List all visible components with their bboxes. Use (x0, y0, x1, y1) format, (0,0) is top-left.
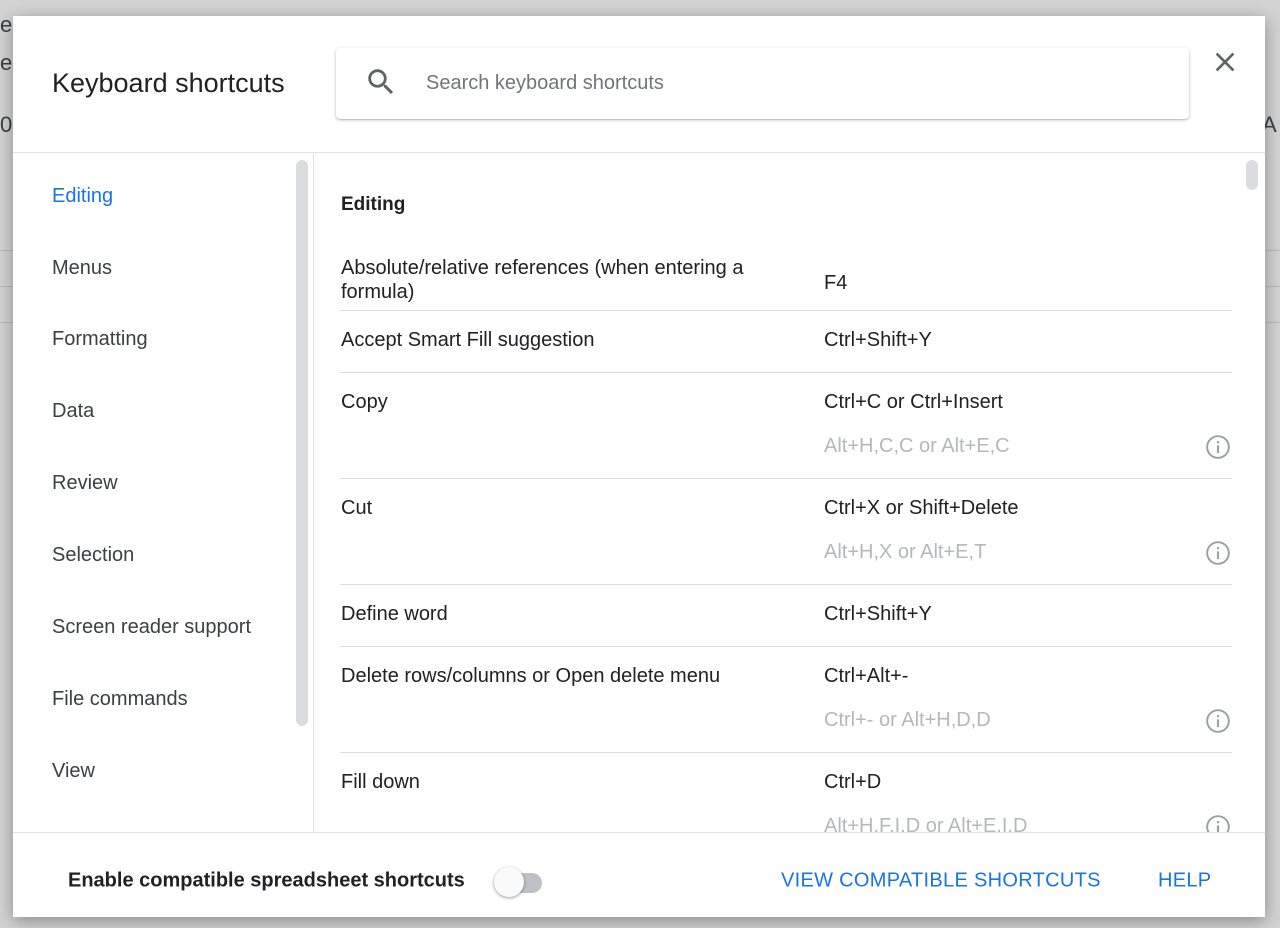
shortcut-alt-keys: Alt+H,C,C or Alt+E,C (824, 435, 1010, 457)
sidebar-item-file-commands[interactable]: File commands (52, 688, 188, 711)
category-sidebar: Editing Menus Formatting Data Review Sel… (13, 154, 314, 833)
shortcut-keys: Ctrl+Shift+Y (824, 329, 932, 351)
shortcut-alt-keys: Alt+H,X or Alt+E,T (824, 541, 987, 563)
shortcut-keys: Ctrl+Alt+- (824, 665, 909, 687)
toggle-thumb (494, 867, 524, 897)
shortcuts-list: Editing Absolute/relative references (wh… (315, 154, 1265, 833)
grid-line (1266, 322, 1280, 323)
search-input[interactable] (426, 66, 1146, 100)
shortcut-label: Fill down (341, 771, 420, 793)
view-compatible-shortcuts-link[interactable]: VIEW COMPATIBLE SHORTCUTS (781, 870, 1101, 893)
search-icon (368, 69, 394, 95)
shortcut-alt-keys: Alt+H,F,I,D or Alt+E,I,D (824, 815, 1028, 833)
help-link[interactable]: HELP (1158, 870, 1211, 893)
shortcut-row: Copy Ctrl+C or Ctrl+Insert Alt+H,C,C or … (340, 373, 1232, 479)
sidebar-scrollbar[interactable] (296, 160, 308, 726)
info-icon[interactable] (1205, 434, 1231, 460)
shortcut-alt-keys: Ctrl+- or Alt+H,D,D (824, 709, 991, 731)
sidebar-item-data[interactable]: Data (52, 400, 94, 423)
dialog-title: Keyboard shortcuts (52, 68, 285, 98)
sidebar-item-selection[interactable]: Selection (52, 544, 134, 567)
dialog-footer: Enable compatible spreadsheet shortcuts … (13, 832, 1265, 917)
shortcut-label: Delete rows/columns or Open delete menu (341, 665, 721, 687)
info-icon[interactable] (1205, 540, 1231, 566)
sidebar-item-review[interactable]: Review (52, 472, 118, 495)
shortcut-keys: Ctrl+X or Shift+Delete (824, 497, 1019, 519)
background-text-fragment: e (0, 50, 13, 75)
compatible-shortcuts-label: Enable compatible spreadsheet shortcuts (68, 869, 465, 892)
shortcut-row: Fill down Ctrl+D Alt+H,F,I,D or Alt+E,I,… (340, 753, 1232, 833)
background-text-fragment: e (0, 12, 13, 37)
grid-line (1266, 286, 1280, 287)
info-icon[interactable] (1205, 708, 1231, 734)
shortcut-label: Define word (341, 603, 448, 625)
compatible-shortcuts-toggle[interactable] (494, 865, 550, 897)
shortcut-keys: F4 (824, 272, 848, 294)
shortcut-keys: Ctrl+C or Ctrl+Insert (824, 391, 1003, 413)
sidebar-item-view[interactable]: View (52, 760, 95, 783)
close-icon[interactable] (1209, 46, 1241, 78)
sidebar-item-editing[interactable]: Editing (52, 185, 113, 208)
shortcut-keys: Ctrl+Shift+Y (824, 603, 932, 625)
sidebar-item-formatting[interactable]: Formatting (52, 328, 148, 351)
grid-line (0, 286, 14, 287)
dialog-header: Keyboard shortcuts (13, 16, 1265, 153)
shortcut-label: Absolute/relative references (when enter… (341, 257, 744, 303)
info-icon[interactable] (1205, 814, 1231, 833)
section-title: Editing (341, 194, 406, 215)
content-scrollbar[interactable] (1246, 160, 1258, 190)
shortcut-row: Absolute/relative references (when enter… (340, 246, 1232, 311)
keyboard-shortcuts-dialog: Keyboard shortcuts Editing Menus Formatt… (13, 16, 1265, 917)
search-box[interactable] (336, 48, 1189, 119)
shortcut-row: Accept Smart Fill suggestion Ctrl+Shift+… (340, 311, 1232, 373)
grid-line (1266, 250, 1280, 251)
shortcut-label: Accept Smart Fill suggestion (341, 329, 595, 351)
shortcut-row: Cut Ctrl+X or Shift+Delete Alt+H,X or Al… (340, 479, 1232, 585)
shortcut-label: Cut (341, 497, 373, 519)
grid-line (0, 250, 14, 251)
shortcut-row: Delete rows/columns or Open delete menu … (340, 647, 1232, 753)
grid-line (0, 322, 14, 323)
shortcut-label: Copy (341, 391, 388, 413)
sidebar-item-menus[interactable]: Menus (52, 257, 112, 280)
shortcut-keys: Ctrl+D (824, 771, 882, 793)
sidebar-item-screen-reader-support[interactable]: Screen reader support (52, 616, 251, 639)
shortcut-row: Define word Ctrl+Shift+Y (340, 585, 1232, 647)
